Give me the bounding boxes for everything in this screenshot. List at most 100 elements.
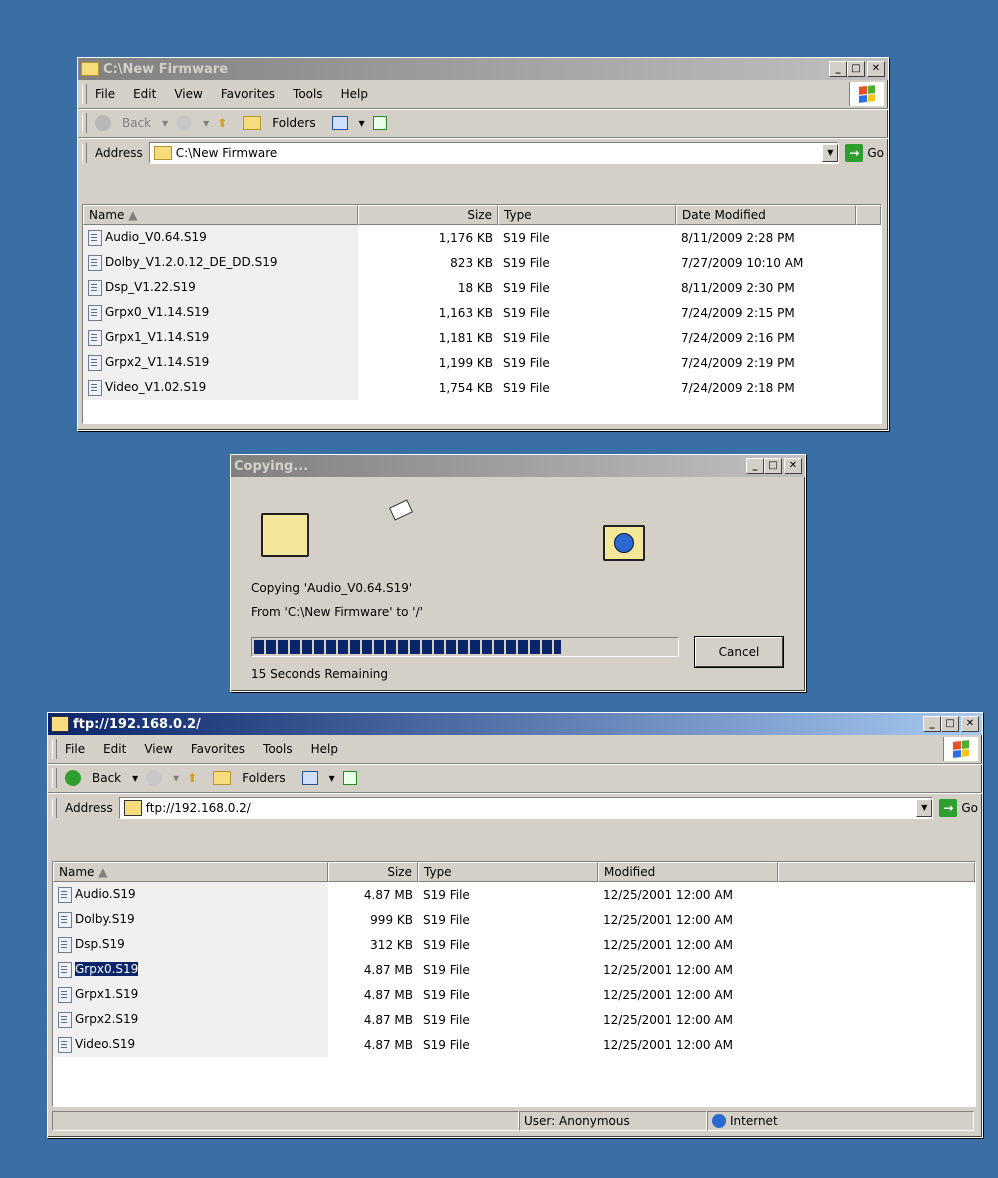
- folders-button[interactable]: Folders: [243, 116, 323, 130]
- file-size: 1,176 KB: [438, 230, 493, 245]
- cancel-button[interactable]: Cancel: [695, 637, 783, 667]
- views-button[interactable]: ▾: [301, 771, 335, 785]
- title-bar[interactable]: Copying... _ □ ✕: [231, 455, 805, 477]
- minimize-button[interactable]: _: [746, 458, 764, 474]
- table-row[interactable]: Grpx0_V1.14.S19 1,163 KB S19 File 7/24/2009…: [83, 300, 881, 325]
- column-modified[interactable]: Modified: [598, 862, 778, 882]
- menu-favorites[interactable]: Favorites: [191, 742, 245, 756]
- folder-icon: [81, 62, 99, 76]
- file-name-cell[interactable]: Grpx2.S19: [53, 1007, 328, 1032]
- table-row[interactable]: Grpx2.S19 4.87 MB S19 File 12/25/2001 12:00…: [53, 1007, 975, 1032]
- file-icon: [88, 304, 102, 321]
- forward-button[interactable]: ▾: [146, 770, 179, 786]
- go-button[interactable]: → Go: [845, 144, 884, 162]
- sort-ascending-icon: ▲: [128, 208, 138, 222]
- title-bar[interactable]: C:\New Firmware _ □ ✕: [78, 58, 888, 80]
- table-row[interactable]: Audio_V0.64.S19 1,176 KB S19 File 8/11/2009…: [83, 225, 881, 250]
- file-type: S19 File: [503, 305, 550, 320]
- address-input[interactable]: C:\New Firmware ▼: [148, 142, 840, 164]
- close-button[interactable]: ✕: [961, 716, 979, 732]
- file-icon: [58, 986, 72, 1003]
- title-bar[interactable]: ftp://192.168.0.2/ _ □ ✕: [48, 713, 982, 735]
- menu-help[interactable]: Help: [311, 742, 338, 756]
- address-input[interactable]: ftp://192.168.0.2/ ▼: [118, 797, 934, 819]
- address-dropdown-button[interactable]: ▼: [916, 799, 933, 817]
- column-name[interactable]: Name ▲: [53, 862, 328, 882]
- file-name-cell[interactable]: Dsp.S19: [53, 932, 328, 957]
- column-size[interactable]: Size: [328, 862, 418, 882]
- file-list: Name ▲ Size Type Date Modified Audio_V0.…: [82, 204, 882, 424]
- file-name-cell[interactable]: Audio.S19: [53, 882, 328, 907]
- file-size: 4.87 MB: [363, 962, 413, 977]
- file-name-cell[interactable]: Grpx0.S19: [53, 957, 328, 982]
- file-name-cell[interactable]: Video.S19: [53, 1032, 328, 1057]
- menu-file[interactable]: File: [95, 87, 115, 101]
- file-date: 12/25/2001 12:00 AM: [603, 937, 733, 952]
- maximize-button[interactable]: □: [941, 716, 959, 732]
- file-name-cell[interactable]: Dolby_V1.2.0.12_DE_DD.S19: [83, 250, 358, 275]
- menu-edit[interactable]: Edit: [133, 87, 156, 101]
- refresh-button[interactable]: [342, 771, 365, 785]
- table-row[interactable]: Dolby_V1.2.0.12_DE_DD.S19 823 KB S19 File 7…: [83, 250, 881, 275]
- close-button[interactable]: ✕: [867, 61, 885, 77]
- views-button[interactable]: ▾: [331, 116, 365, 130]
- file-name-cell[interactable]: Audio_V0.64.S19: [83, 225, 358, 250]
- views-icon: [331, 116, 348, 130]
- close-button[interactable]: ✕: [784, 458, 802, 474]
- up-folder-button[interactable]: ⬆: [217, 116, 235, 130]
- address-dropdown-button[interactable]: ▼: [822, 144, 839, 162]
- column-date[interactable]: Date Modified: [676, 205, 856, 225]
- table-row[interactable]: Dsp.S19 312 KB S19 File 12/25/2001 12:00 AM: [53, 932, 975, 957]
- window-title: C:\New Firmware: [103, 61, 229, 77]
- back-button[interactable]: Back ▾: [95, 115, 168, 131]
- address-value: ftp://192.168.0.2/: [145, 801, 251, 815]
- file-name-cell[interactable]: Grpx1_V1.14.S19: [83, 325, 358, 350]
- table-row[interactable]: Grpx2_V1.14.S19 1,199 KB S19 File 7/24/2009…: [83, 350, 881, 375]
- menu-view[interactable]: View: [144, 742, 172, 756]
- column-size[interactable]: Size: [358, 205, 498, 225]
- maximize-button[interactable]: □: [764, 458, 782, 474]
- folders-button[interactable]: Folders: [213, 771, 293, 785]
- table-row[interactable]: Dsp_V1.22.S19 18 KB S19 File 8/11/2009 2:30…: [83, 275, 881, 300]
- sort-ascending-icon: ▲: [98, 865, 108, 879]
- column-type[interactable]: Type: [498, 205, 676, 225]
- table-row[interactable]: Audio.S19 4.87 MB S19 File 12/25/2001 12:00…: [53, 882, 975, 907]
- table-row[interactable]: Video.S19 4.87 MB S19 File 12/25/2001 12:00…: [53, 1032, 975, 1057]
- address-bar: Address ftp://192.168.0.2/ ▼ → Go: [48, 793, 982, 823]
- menu-tools[interactable]: Tools: [293, 87, 323, 101]
- refresh-button[interactable]: [372, 116, 395, 130]
- file-name-cell[interactable]: Grpx0_V1.14.S19: [83, 300, 358, 325]
- file-list: Name ▲ Size Type Modified Audio.S19 4.87 …: [52, 861, 976, 1107]
- maximize-button[interactable]: □: [847, 61, 865, 77]
- file-name-cell[interactable]: Grpx1.S19: [53, 982, 328, 1007]
- menu-file[interactable]: File: [65, 742, 85, 756]
- table-row[interactable]: Grpx0.S19 4.87 MB S19 File 12/25/2001 12:00…: [53, 957, 975, 982]
- menu-favorites[interactable]: Favorites: [221, 87, 275, 101]
- back-button[interactable]: Back ▾: [65, 770, 138, 786]
- column-type[interactable]: Type: [418, 862, 598, 882]
- menu-help[interactable]: Help: [341, 87, 368, 101]
- file-name-cell[interactable]: Dolby.S19: [53, 907, 328, 932]
- file-name-cell[interactable]: Dsp_V1.22.S19: [83, 275, 358, 300]
- table-row[interactable]: Dolby.S19 999 KB S19 File 12/25/2001 12:00 …: [53, 907, 975, 932]
- minimize-button[interactable]: _: [923, 716, 941, 732]
- minimize-button[interactable]: _: [829, 61, 847, 77]
- forward-button[interactable]: ▾: [176, 115, 209, 131]
- column-name[interactable]: Name ▲: [83, 205, 358, 225]
- menu-tools[interactable]: Tools: [263, 742, 293, 756]
- file-name-cell[interactable]: Grpx2_V1.14.S19: [83, 350, 358, 375]
- file-icon: [58, 886, 72, 903]
- table-row[interactable]: Video_V1.02.S19 1,754 KB S19 File 7/24/2009…: [83, 375, 881, 400]
- menu-edit[interactable]: Edit: [103, 742, 126, 756]
- file-icon: [58, 936, 72, 953]
- menu-view[interactable]: View: [174, 87, 202, 101]
- table-row[interactable]: Grpx1_V1.14.S19 1,181 KB S19 File 7/24/2009…: [83, 325, 881, 350]
- time-remaining-text: 15 Seconds Remaining: [251, 667, 389, 681]
- go-button[interactable]: → Go: [939, 799, 978, 817]
- table-row[interactable]: Grpx1.S19 4.87 MB S19 File 12/25/2001 12:00…: [53, 982, 975, 1007]
- status-user: User: Anonymous: [519, 1111, 707, 1131]
- file-name-cell[interactable]: Video_V1.02.S19: [83, 375, 358, 400]
- up-folder-button[interactable]: ⬆: [187, 771, 205, 785]
- go-arrow-icon: →: [939, 799, 958, 817]
- file-icon: [88, 279, 102, 296]
